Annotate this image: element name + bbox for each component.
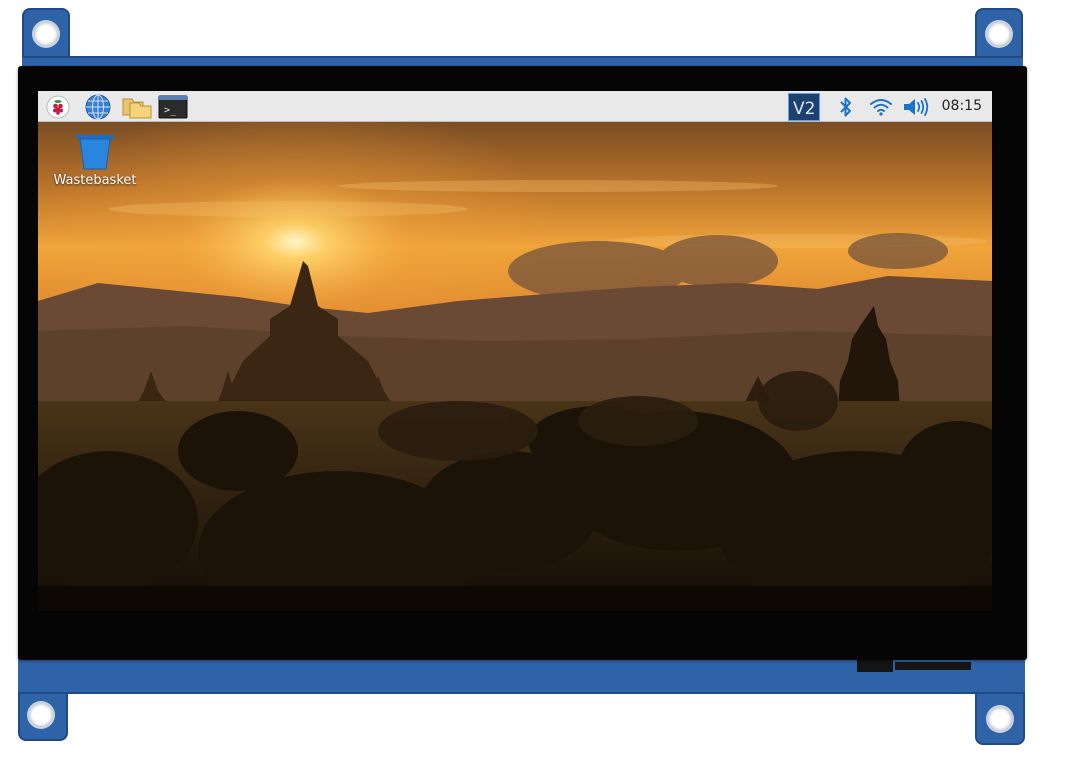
desktop-icon-label: Wastebasket [53, 173, 137, 188]
mounting-hole-bottom-right [989, 708, 1011, 730]
clock[interactable]: 08:15 [942, 91, 982, 122]
web-browser-icon[interactable] [84, 93, 112, 120]
bluetooth-icon[interactable] [832, 93, 860, 120]
taskbar: >_ V2 08:15 [38, 91, 992, 122]
svg-text:V2: V2 [793, 99, 815, 119]
usb-connector [895, 662, 971, 670]
mounting-hole-top-left [35, 23, 57, 45]
desktop-screen: >_ V2 08:15 Wastebasket [38, 91, 992, 611]
hdmi-connector [857, 660, 893, 672]
vnc-icon[interactable]: V2 [788, 92, 820, 121]
wifi-icon[interactable] [867, 93, 895, 120]
mounting-hole-top-right [988, 23, 1010, 45]
volume-icon[interactable] [902, 93, 930, 120]
desktop-icon-wastebasket[interactable]: Wastebasket [50, 133, 140, 188]
svg-text:>_: >_ [164, 105, 177, 116]
wallpaper-image [38, 91, 992, 611]
file-manager-icon[interactable] [120, 93, 154, 120]
terminal-icon[interactable]: >_ [156, 93, 190, 120]
wastebasket-icon [76, 135, 114, 170]
raspberry-menu-icon[interactable] [44, 93, 72, 120]
mounting-hole-bottom-left [30, 704, 52, 726]
